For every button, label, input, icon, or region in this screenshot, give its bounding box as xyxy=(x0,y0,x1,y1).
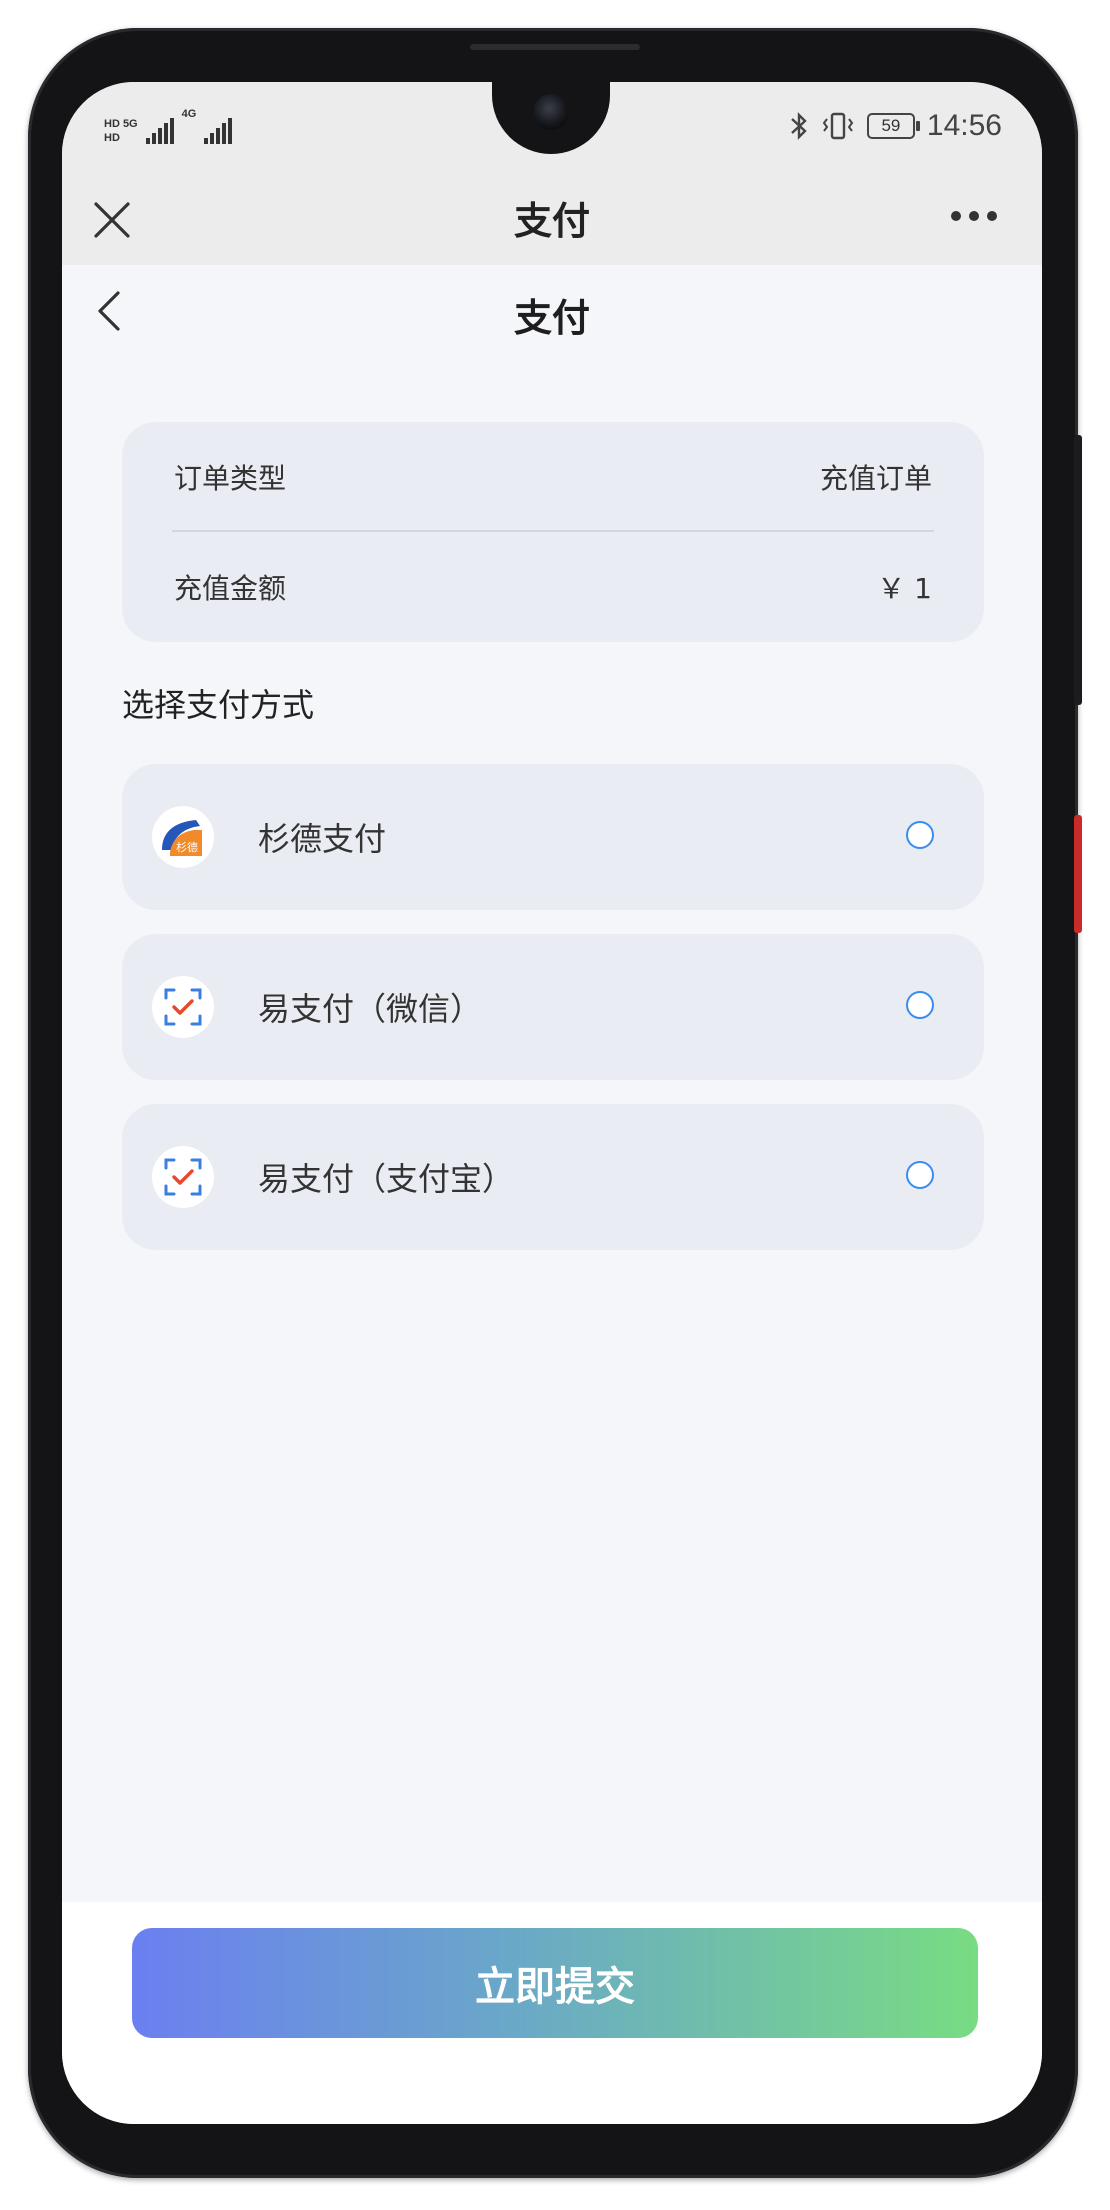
sim2-label: 4G xyxy=(181,108,197,120)
power-button xyxy=(1074,435,1082,705)
page-header: 支付 xyxy=(62,265,1042,375)
vibrate-icon xyxy=(822,112,854,140)
payment-option-name: 易支付（支付宝） xyxy=(258,1160,515,1198)
side-key xyxy=(1074,815,1082,933)
payment-section-title: 选择支付方式 xyxy=(122,686,315,724)
payment-radio-alipay[interactable] xyxy=(906,1161,934,1189)
payment-option-yipay-alipay[interactable]: 易支付（支付宝） xyxy=(122,1104,984,1250)
order-type-row: 订单类型 充值订单 xyxy=(174,422,932,532)
scan-check-icon xyxy=(152,1146,214,1208)
mini-program-title-bar: 支付 xyxy=(62,172,1042,265)
sande-pay-logo-icon: 杉德 xyxy=(152,806,214,868)
recharge-amount-row: 充值金额 ￥ 1 xyxy=(174,532,932,642)
payment-option-name: 易支付（微信） xyxy=(258,990,483,1028)
page-title: 支付 xyxy=(513,296,590,340)
front-camera xyxy=(533,94,569,130)
mini-program-title: 支付 xyxy=(513,199,590,243)
svg-text:杉德: 杉德 xyxy=(176,840,198,854)
sim1-label: HD 5G xyxy=(104,118,138,130)
battery-icon: 59 xyxy=(866,113,920,139)
bluetooth-icon xyxy=(791,112,807,140)
bottom-action-bar: 立即提交 xyxy=(62,1902,1042,2124)
more-options-icon[interactable] xyxy=(950,210,998,222)
signal-indicators: HD 5G HD 4G xyxy=(104,104,233,144)
scan-check-icon xyxy=(152,976,214,1038)
sim-hd-label: HD xyxy=(104,132,120,144)
payment-radio-wechat[interactable] xyxy=(906,991,934,1019)
battery-level: 59 xyxy=(881,116,901,135)
order-type-value: 充值订单 xyxy=(819,462,932,495)
status-time: 14:56 xyxy=(926,109,1002,142)
recharge-amount-value: ￥ 1 xyxy=(877,572,932,605)
signal-bars-1-icon xyxy=(145,118,174,144)
screen: HD 5G HD 4G 59 14:56 支付 支付 订单类型 充值订单 充值金… xyxy=(62,82,1042,2124)
order-type-label: 订单类型 xyxy=(174,462,287,495)
order-summary-card: 订单类型 充值订单 充值金额 ￥ 1 xyxy=(122,422,984,642)
submit-button[interactable]: 立即提交 xyxy=(132,1928,978,2038)
signal-bars-2-icon xyxy=(204,118,233,144)
earpiece xyxy=(470,44,640,50)
payment-radio-sande[interactable] xyxy=(906,821,934,849)
payment-option-name: 杉德支付 xyxy=(258,820,387,858)
status-right: 59 14:56 xyxy=(789,106,1002,146)
payment-option-yipay-wechat[interactable]: 易支付（微信） xyxy=(122,934,984,1080)
payment-option-sande[interactable]: 杉德 杉德支付 xyxy=(122,764,984,910)
recharge-amount-label: 充值金额 xyxy=(174,572,287,605)
